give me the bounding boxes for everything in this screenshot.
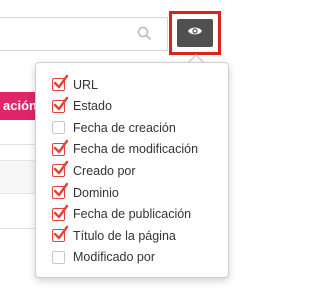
column-option[interactable]: Dominio — [52, 182, 119, 203]
column-option[interactable]: Creado por — [52, 160, 136, 181]
background-divider — [0, 228, 40, 229]
column-option[interactable]: Fecha de publicación — [52, 204, 191, 225]
eye-icon — [187, 24, 203, 42]
checkmark-icon — [53, 204, 69, 218]
column-option-label: Título de la página — [73, 228, 176, 243]
column-checkbox[interactable] — [52, 161, 69, 178]
column-checkbox[interactable] — [52, 139, 69, 156]
column-option[interactable]: Estado — [52, 96, 112, 117]
checkmark-icon — [53, 96, 69, 110]
search-icon[interactable] — [134, 23, 156, 45]
checkmark-icon — [53, 225, 69, 240]
checkmark-icon — [53, 74, 69, 89]
checkmark-icon — [53, 161, 69, 175]
column-option[interactable]: URL — [52, 74, 98, 95]
column-option-label: Fecha de publicación — [73, 207, 192, 222]
column-visibility-button[interactable] — [169, 11, 221, 55]
column-visibility-button-fill — [177, 19, 213, 47]
column-option[interactable]: Modificado por — [52, 247, 155, 268]
checkmark-icon — [53, 182, 69, 197]
page: ación URL Estado Fecha de creación Fecha de… — [0, 0, 256, 308]
column-option-label: URL — [73, 77, 99, 92]
column-option[interactable]: Título de la página — [52, 225, 176, 246]
column-option-label: Dominio — [73, 185, 119, 200]
column-checkbox[interactable] — [52, 250, 65, 264]
column-checkbox[interactable] — [52, 182, 69, 199]
column-checkbox[interactable] — [52, 225, 69, 243]
column-option-label: Fecha de creación — [73, 120, 176, 135]
column-checkbox[interactable] — [52, 96, 69, 113]
background-divider — [0, 144, 40, 145]
column-checkbox[interactable] — [52, 74, 69, 91]
column-option-label: Creado por — [73, 163, 136, 178]
column-option-label: Estado — [73, 99, 112, 114]
column-option-label: Modificado por — [73, 250, 155, 265]
column-checkbox[interactable] — [52, 121, 65, 135]
column-option[interactable]: Fecha de modificación — [52, 139, 198, 160]
checkmark-icon — [53, 139, 69, 153]
column-option-label: Fecha de modificación — [73, 142, 199, 157]
background-action-button[interactable]: ación — [0, 92, 40, 120]
background-table-row — [0, 160, 40, 194]
column-option[interactable]: Fecha de creación — [52, 117, 176, 138]
column-checkbox[interactable] — [52, 204, 69, 221]
column-visibility-menu: URL Estado Fecha de creación Fecha de modif… — [35, 62, 229, 278]
